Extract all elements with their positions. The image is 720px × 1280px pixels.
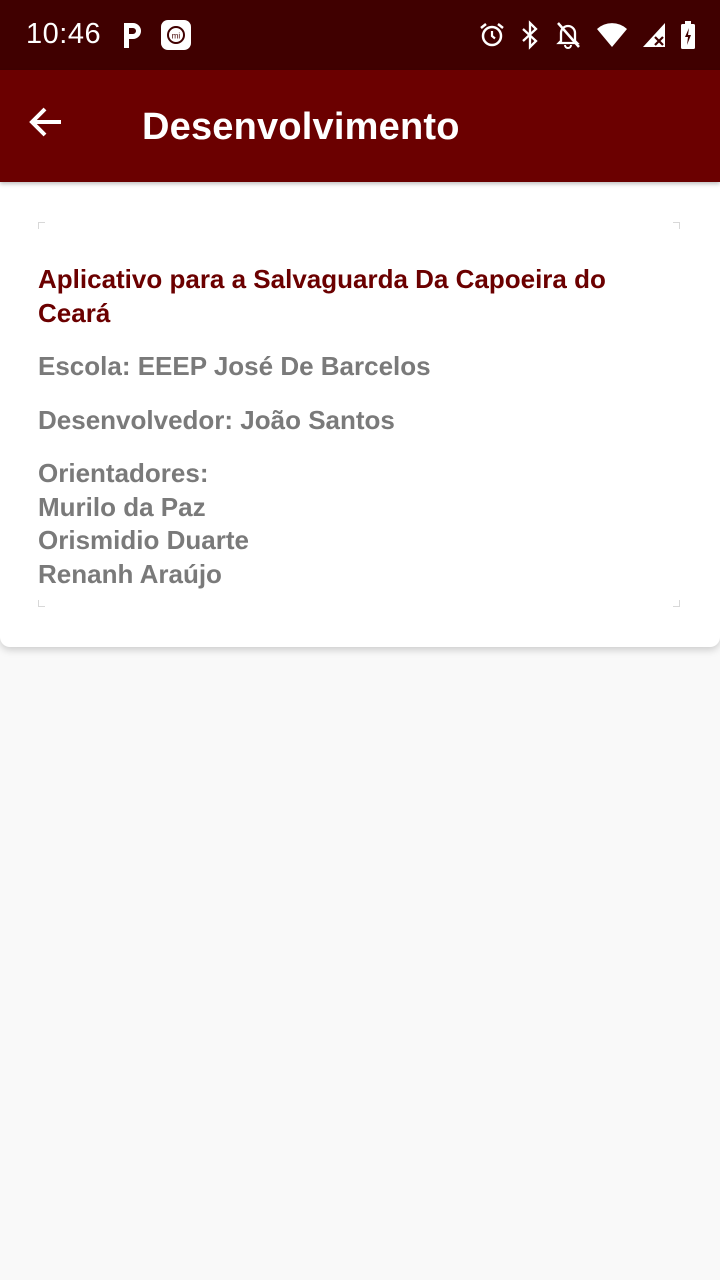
back-button[interactable] — [28, 104, 76, 148]
advisor-name: Renanh Araújo — [38, 558, 222, 589]
corner-mark — [673, 222, 680, 229]
corner-mark — [38, 222, 45, 229]
wifi-icon — [596, 22, 628, 48]
arrow-back-icon — [28, 104, 64, 140]
advisors-label: Orientadores: — [38, 458, 209, 488]
app-bar: Desenvolvimento — [0, 70, 720, 182]
page-title: Desenvolvimento — [142, 106, 460, 148]
advisor-name: Orismidio Duarte — [38, 525, 249, 555]
corner-mark — [38, 600, 45, 607]
svg-text:mi: mi — [172, 32, 181, 41]
bluetooth-icon — [520, 20, 540, 50]
battery-icon — [680, 20, 696, 50]
status-right-icons — [478, 18, 696, 52]
alarm-clock-icon — [478, 21, 506, 49]
notifications-off-icon — [554, 20, 582, 50]
app-name-title: Aplicativo para a Salvaguarda Da Capoeir… — [38, 264, 606, 328]
info-card: Aplicativo para a Salvaguarda Da Capoeir… — [0, 182, 720, 647]
advisor-name: Murilo da Paz — [38, 491, 206, 522]
advisors-block: Orientadores: Murilo da Paz Orismidio Du… — [38, 457, 249, 591]
mi-app-icon: mi — [160, 19, 192, 51]
status-bar: 10:46 mi — [0, 0, 720, 70]
signal-icon — [642, 22, 666, 48]
status-left-icons: mi — [120, 18, 192, 52]
school-text: Escola: EEEP José De Barcelos — [38, 351, 431, 381]
card-content: Aplicativo para a Salvaguarda Da Capoeir… — [38, 222, 680, 607]
corner-mark — [673, 600, 680, 607]
status-time: 10:46 — [26, 18, 102, 50]
developer-text: Desenvolvedor: João Santos — [38, 405, 395, 435]
parking-p-icon — [120, 20, 144, 50]
